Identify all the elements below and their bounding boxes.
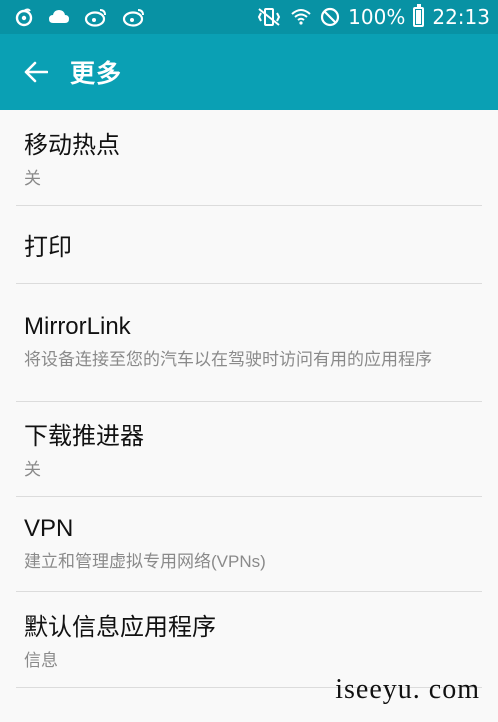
back-arrow-icon: [24, 61, 48, 83]
list-item-title: MirrorLink: [24, 313, 131, 340]
wifi-icon: [290, 6, 312, 28]
list-item-title: 打印: [24, 234, 72, 261]
list-item-title: 默认信息应用程序: [24, 613, 216, 641]
list-item-subtitle: 建立和管理虚拟专用网络(VPNs): [24, 551, 266, 571]
settings-list: 移动热点 关 打印 MirrorLink 将设备连接至您的汽车以在驾驶时访问有用…: [0, 110, 498, 688]
list-item-subtitle: 信息: [24, 650, 58, 670]
battery-percent: 100%: [348, 5, 406, 29]
page-title: 更多: [70, 59, 123, 88]
list-item-mobile-hotspot[interactable]: 移动热点 关: [16, 110, 482, 206]
list-item-print[interactable]: 打印: [16, 206, 482, 284]
clock: 22:13: [432, 5, 490, 29]
cloud-icon: [48, 8, 70, 26]
list-item-title: VPN: [24, 514, 74, 542]
system-status: 100% 22:13: [256, 4, 490, 29]
battery-icon: [413, 4, 425, 27]
list-item-title: 移动热点: [24, 131, 120, 159]
list-item-mirrorlink[interactable]: MirrorLink 将设备连接至您的汽车以在驾驶时访问有用的应用程序: [16, 284, 482, 402]
weibo-icon: [84, 7, 108, 27]
status-bar: 100% 22:13: [0, 0, 498, 34]
blocked-icon: [320, 7, 340, 27]
app-bar: 更多: [0, 34, 498, 110]
list-item-subtitle: 将设备连接至您的汽车以在驾驶时访问有用的应用程序: [24, 350, 432, 369]
back-button[interactable]: [22, 58, 50, 86]
list-item-subtitle: 关: [24, 460, 41, 479]
list-item-download-booster[interactable]: 下载推进器 关: [16, 402, 482, 497]
notification-icons: [14, 7, 146, 27]
watermark: iseeyu. com: [335, 674, 480, 705]
list-item-subtitle: 关: [24, 168, 41, 188]
weibo-icon: [122, 7, 146, 27]
list-item-title: 下载推进器: [24, 423, 144, 450]
list-item-vpn[interactable]: VPN 建立和管理虚拟专用网络(VPNs): [16, 497, 482, 592]
app-notification-icon: [14, 7, 34, 27]
vibrate-mute-icon: [256, 7, 282, 27]
